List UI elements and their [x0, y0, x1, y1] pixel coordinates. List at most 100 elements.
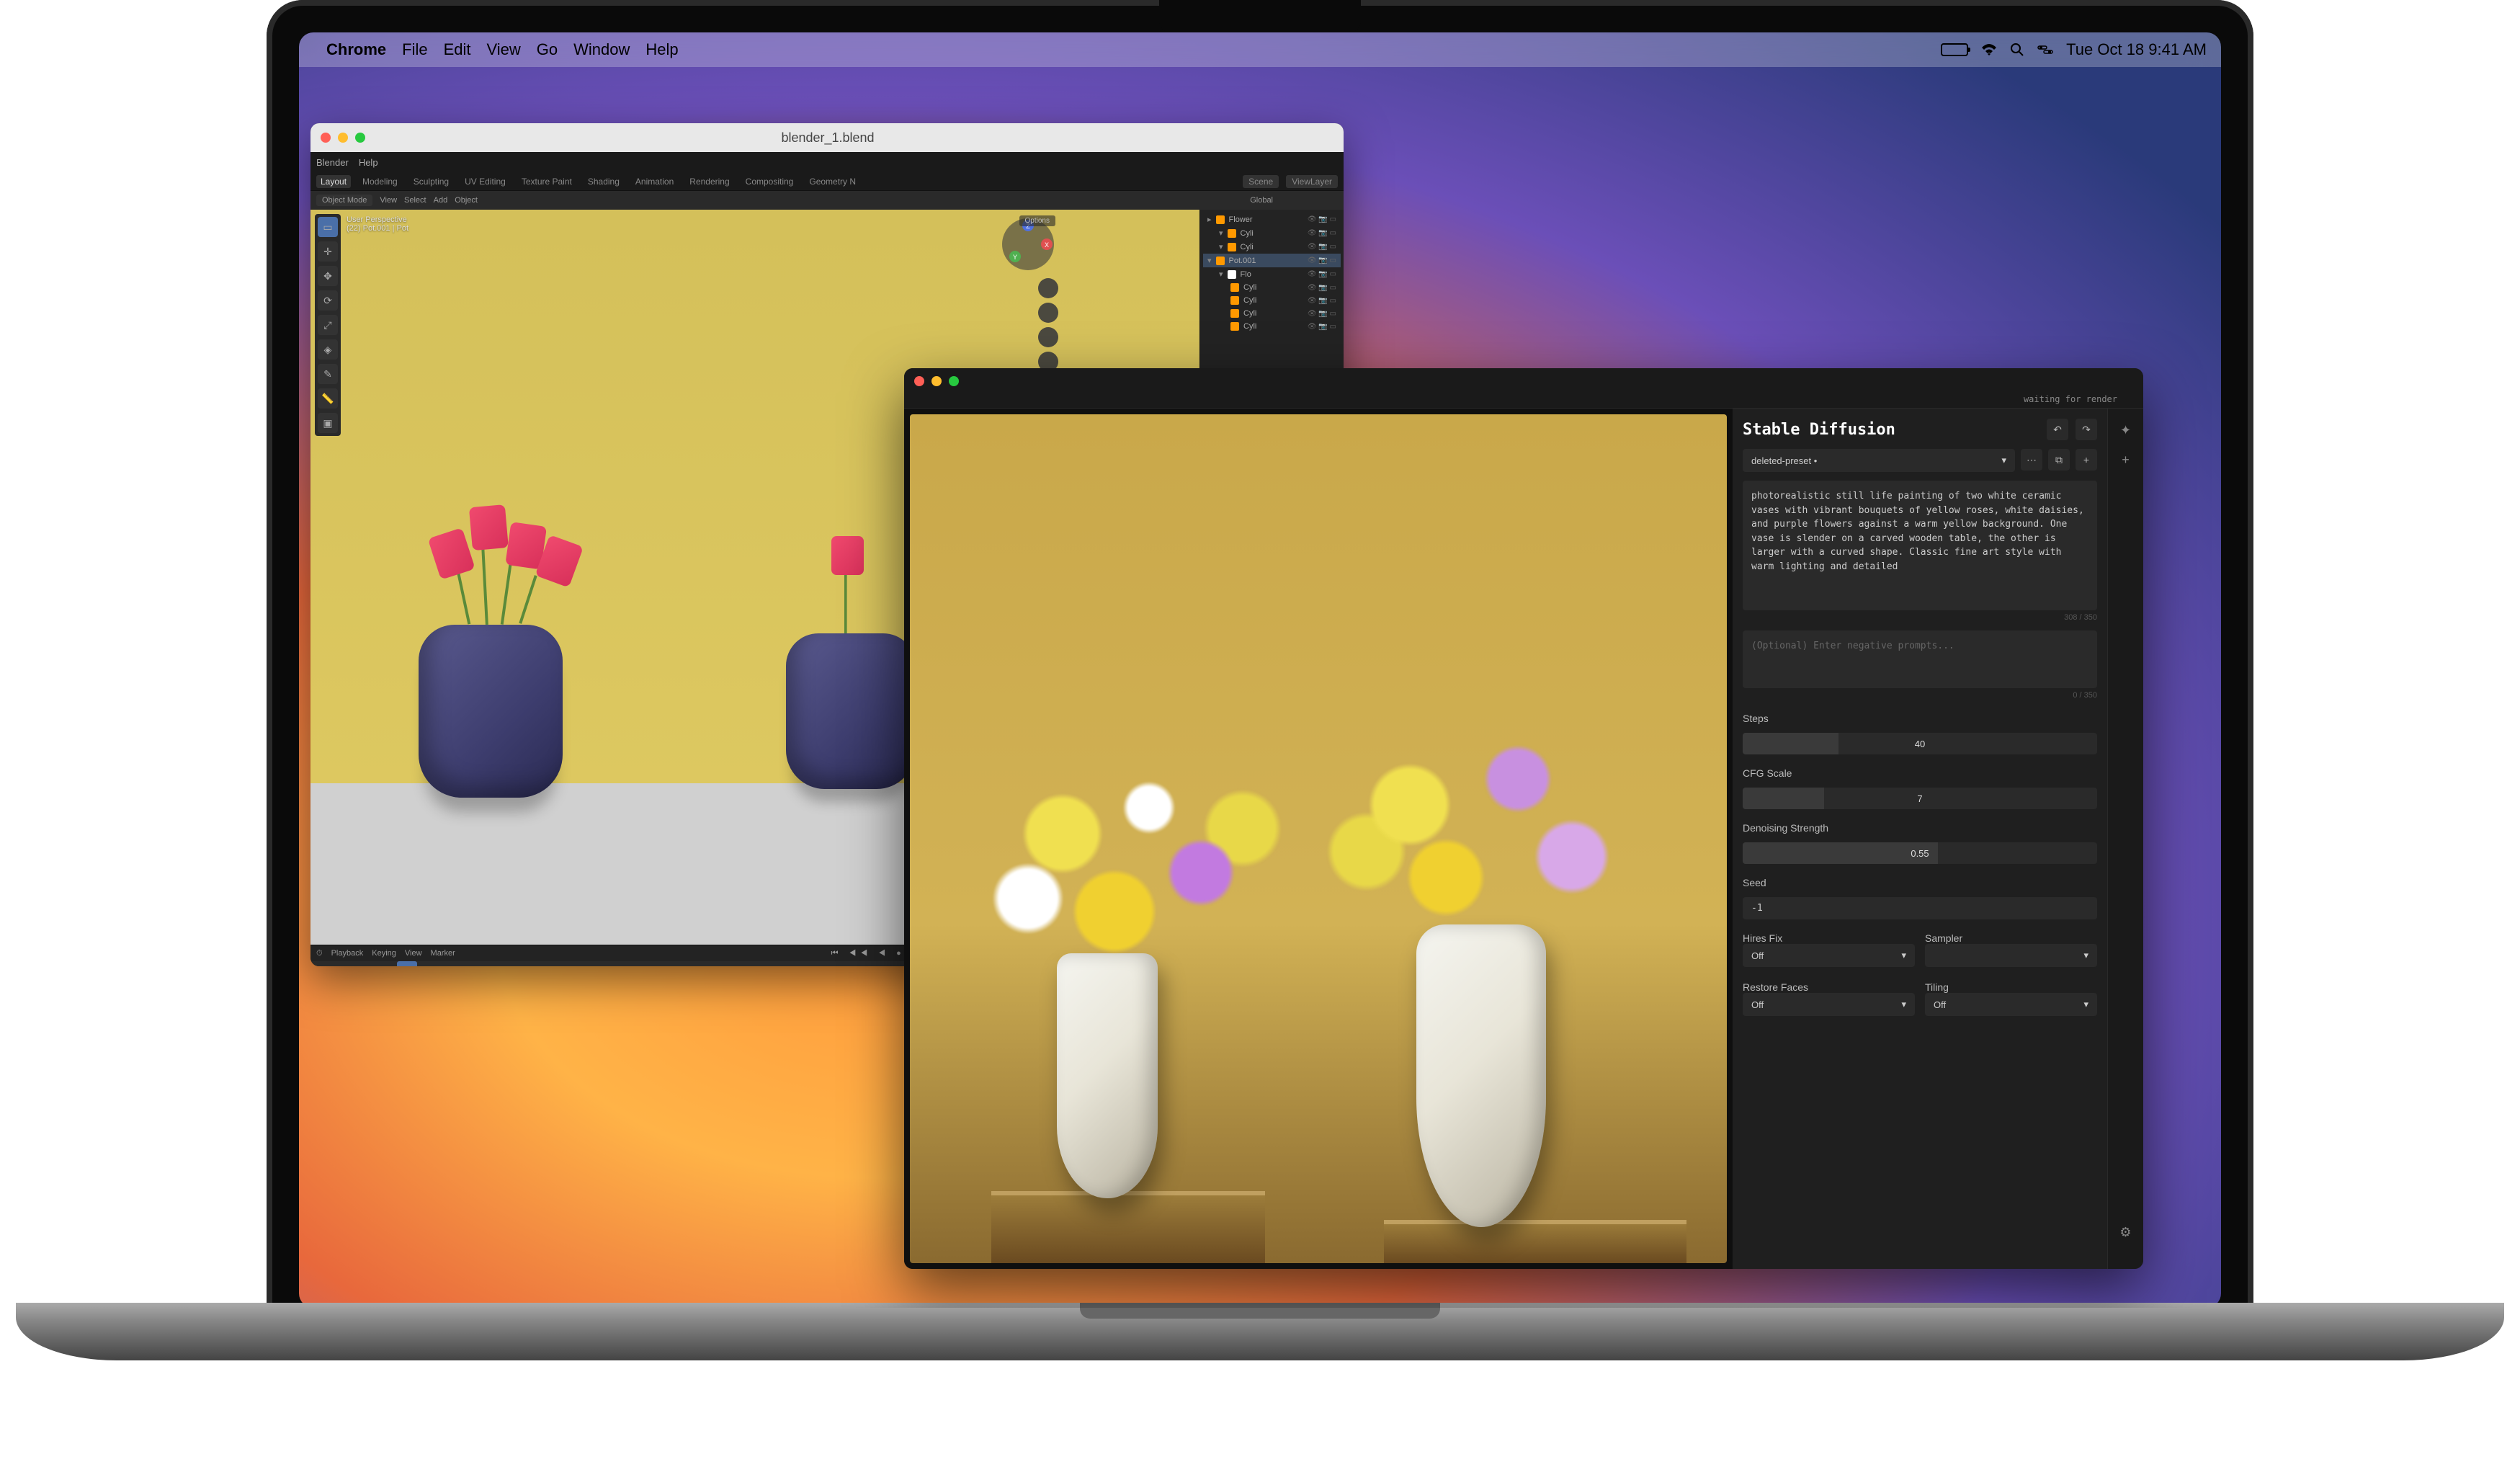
- blender-menu-blender[interactable]: Blender: [316, 157, 349, 168]
- menu-go[interactable]: Go: [537, 40, 558, 59]
- window-close-button[interactable]: [321, 133, 331, 143]
- playhead[interactable]: 22: [397, 961, 417, 966]
- header-select[interactable]: Select: [404, 196, 426, 205]
- cfg-slider[interactable]: 7: [1743, 788, 2097, 809]
- restore-select[interactable]: Off▾: [1743, 993, 1915, 1016]
- steps-label: Steps: [1743, 713, 2097, 724]
- timeline-playback[interactable]: Playback: [331, 949, 364, 958]
- vase3d-object-1[interactable]: [419, 625, 563, 798]
- menu-window[interactable]: Window: [573, 40, 630, 59]
- timeline-keying[interactable]: Keying: [372, 949, 396, 958]
- window-zoom-button[interactable]: [949, 376, 959, 386]
- outliner-item[interactable]: Cyli👁 📷 ▭: [1203, 307, 1341, 320]
- tool-move[interactable]: ✥: [318, 266, 338, 286]
- tab-sculpting[interactable]: Sculpting: [409, 175, 453, 188]
- pan-icon[interactable]: [1038, 303, 1058, 323]
- battery-icon[interactable]: [1941, 43, 1968, 56]
- wifi-icon[interactable]: [1981, 43, 1997, 56]
- menu-help[interactable]: Help: [645, 40, 678, 59]
- sd-title: Stable Diffusion: [1743, 421, 1895, 439]
- negative-prompt-textarea[interactable]: [1743, 630, 2097, 688]
- add-icon[interactable]: +: [2122, 453, 2130, 468]
- preset-selector[interactable]: deleted-preset • ▾: [1743, 449, 2015, 472]
- painted-table: [991, 1191, 1265, 1263]
- tool-transform[interactable]: ◈: [318, 339, 338, 360]
- denoise-label: Denoising Strength: [1743, 822, 2097, 834]
- preset-add-button[interactable]: +: [2076, 449, 2097, 471]
- outliner-item[interactable]: ▾Flo👁 📷 ▭: [1203, 267, 1341, 281]
- tab-compositing[interactable]: Compositing: [741, 175, 798, 188]
- mode-selector[interactable]: Object Mode: [316, 195, 372, 206]
- blender-viewport-header: Object Mode View Select Add Object Globa…: [310, 191, 1344, 210]
- orientation-selector[interactable]: Global: [1250, 196, 1273, 205]
- tab-shading[interactable]: Shading: [584, 175, 624, 188]
- header-view[interactable]: View: [380, 196, 397, 205]
- window-minimize-button[interactable]: [338, 133, 348, 143]
- tool-rotate[interactable]: ⟳: [318, 290, 338, 311]
- tool-measure[interactable]: 📏: [318, 388, 338, 409]
- seed-input[interactable]: [1743, 897, 2097, 919]
- steps-slider[interactable]: 40: [1743, 733, 2097, 754]
- menu-edit[interactable]: Edit: [444, 40, 471, 59]
- spotlight-icon[interactable]: [2010, 43, 2024, 57]
- tab-modeling[interactable]: Modeling: [358, 175, 402, 188]
- outliner-item[interactable]: ▾Cyli👁 📷 ▭: [1203, 240, 1341, 254]
- header-add[interactable]: Add: [434, 196, 448, 205]
- redo-button[interactable]: ↷: [2076, 419, 2097, 440]
- outliner-item[interactable]: ▾Cyli👁 📷 ▭: [1203, 226, 1341, 240]
- tool-cursor[interactable]: ✛: [318, 241, 338, 262]
- prompt-textarea[interactable]: [1743, 481, 2097, 610]
- camera-icon[interactable]: [1038, 327, 1058, 347]
- window-zoom-button[interactable]: [355, 133, 365, 143]
- outliner-item[interactable]: Cyli👁 📷 ▭: [1203, 294, 1341, 307]
- outliner-item[interactable]: Cyli👁 📷 ▭: [1203, 320, 1341, 333]
- tool-annotate[interactable]: ✎: [318, 364, 338, 384]
- window-minimize-button[interactable]: [931, 376, 942, 386]
- window-close-button[interactable]: [914, 376, 924, 386]
- undo-button[interactable]: ↶: [2047, 419, 2068, 440]
- menu-file[interactable]: File: [402, 40, 427, 59]
- stem: [844, 569, 847, 633]
- tab-rendering[interactable]: Rendering: [685, 175, 733, 188]
- scene-label[interactable]: Scene: [1243, 175, 1279, 188]
- tab-animation[interactable]: Animation: [631, 175, 678, 188]
- tool-addcube[interactable]: ▣: [318, 413, 338, 433]
- timeline-marker[interactable]: Marker: [431, 949, 455, 958]
- outliner-item-selected[interactable]: ▾Pot.001👁 📷 ▭: [1203, 254, 1341, 267]
- sd-preview-area: [904, 409, 1733, 1269]
- tool-scale[interactable]: ⤢: [318, 315, 338, 335]
- laptop-base: [16, 1303, 2504, 1360]
- menubar-datetime[interactable]: Tue Oct 18 9:41 AM: [2066, 40, 2207, 59]
- control-center-icon[interactable]: [2037, 44, 2053, 55]
- blender-menu-help[interactable]: Help: [359, 157, 378, 168]
- viewport-selection-label: (22) Pot.001 | Pot: [347, 224, 408, 233]
- preset-more-button[interactable]: ⋯: [2021, 449, 2042, 471]
- sparkle-icon[interactable]: ✦: [2120, 423, 2131, 438]
- tab-geometry[interactable]: Geometry N: [805, 175, 860, 188]
- tab-layout[interactable]: Layout: [316, 175, 351, 188]
- sampler-label: Sampler: [1925, 932, 2097, 944]
- vase3d-object-2[interactable]: [786, 633, 916, 789]
- header-object[interactable]: Object: [455, 196, 478, 205]
- sd-titlebar[interactable]: [904, 368, 2143, 394]
- viewport-options[interactable]: Options: [1019, 215, 1055, 226]
- tool-select-box[interactable]: ▭: [318, 217, 338, 237]
- tab-uv-editing[interactable]: UV Editing: [460, 175, 510, 188]
- tiling-select[interactable]: Off▾: [1925, 993, 2097, 1016]
- timeline-view[interactable]: View: [405, 949, 422, 958]
- settings-icon[interactable]: ⚙: [2119, 1225, 2131, 1240]
- outliner-item[interactable]: ▸Flower👁 📷 ▭: [1203, 213, 1341, 226]
- denoise-slider[interactable]: 0.55: [1743, 842, 2097, 864]
- viewlayer-label[interactable]: ViewLayer: [1286, 175, 1338, 188]
- zoom-icon[interactable]: [1038, 278, 1058, 298]
- sampler-select[interactable]: ▾: [1925, 944, 2097, 967]
- preset-copy-button[interactable]: ⧉: [2048, 449, 2070, 471]
- blender-titlebar[interactable]: blender_1.blend: [310, 123, 1344, 152]
- chevron-down-icon: ▾: [1901, 999, 1906, 1010]
- outliner-item[interactable]: Cyli👁 📷 ▭: [1203, 281, 1341, 294]
- hires-select[interactable]: Off▾: [1743, 944, 1915, 967]
- menu-view[interactable]: View: [487, 40, 521, 59]
- menubar-app-name[interactable]: Chrome: [326, 40, 386, 59]
- tab-texture-paint[interactable]: Texture Paint: [517, 175, 576, 188]
- macos-menubar: Chrome File Edit View Go Window Help Tue…: [299, 32, 2221, 67]
